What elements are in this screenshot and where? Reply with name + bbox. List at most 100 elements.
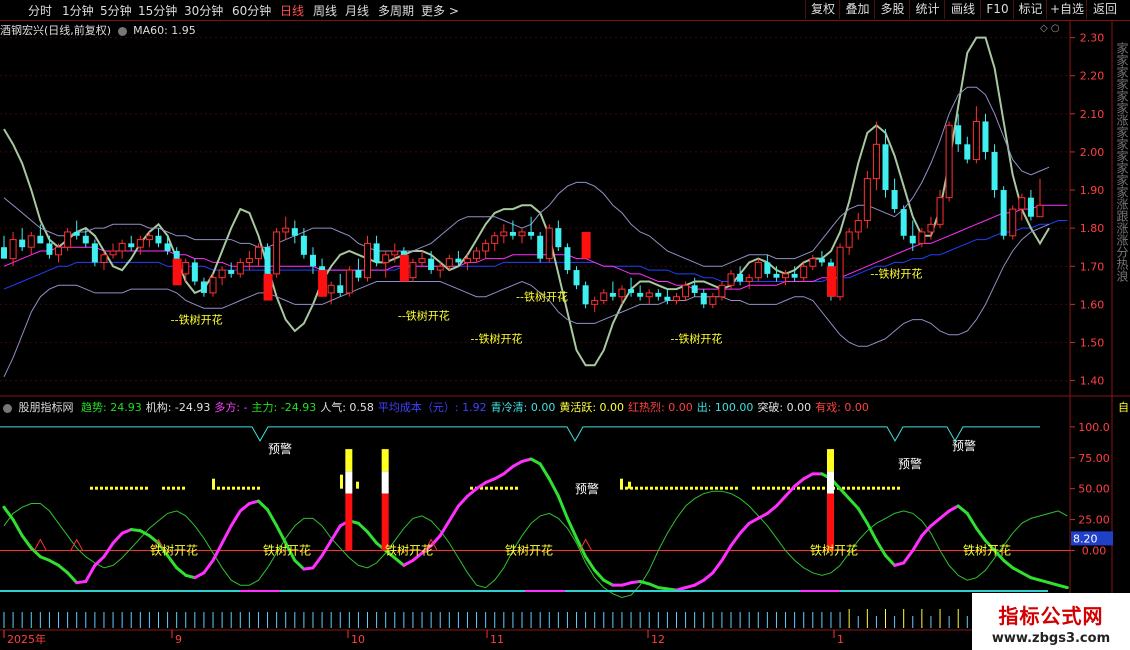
active-dot — [130, 486, 133, 490]
active-spike — [340, 474, 343, 489]
date-label-5: 1 — [837, 633, 844, 646]
trend-segment — [856, 506, 869, 525]
active-dot — [145, 486, 148, 490]
candle-body — [82, 235, 89, 244]
signal-bar-mid — [381, 471, 389, 494]
active-spike — [212, 478, 215, 489]
trend-segment — [102, 541, 115, 559]
trend-segment — [29, 546, 42, 559]
active-spike — [356, 481, 359, 489]
trend-segment — [511, 459, 524, 468]
active-dot — [470, 486, 473, 490]
candle-body — [709, 296, 717, 305]
trend-segment — [902, 549, 915, 565]
candle-body — [591, 300, 599, 305]
candle-body — [145, 235, 153, 241]
trend-segment — [965, 511, 978, 530]
active-dot — [857, 486, 860, 490]
active-dot — [797, 486, 800, 490]
candle-body — [364, 242, 372, 279]
price-tick-label-2: 2.10 — [1080, 108, 1105, 121]
candle-body — [345, 269, 353, 294]
active-dot — [767, 486, 770, 490]
trend-segment — [847, 497, 860, 510]
candle-body — [337, 285, 344, 293]
trend-segment — [220, 524, 233, 545]
side-value: 8.20 — [1073, 532, 1098, 545]
candle-body — [664, 296, 671, 301]
candle-body — [200, 281, 207, 293]
candle-body — [518, 231, 526, 237]
active-dot — [227, 486, 230, 490]
trend-segment — [584, 555, 597, 572]
candle-body — [218, 269, 226, 279]
trend-segment — [2, 505, 15, 522]
candle-body — [118, 242, 126, 252]
active-dot — [252, 486, 255, 490]
warning-label: 预警 — [268, 441, 292, 456]
candle-body — [282, 227, 290, 233]
candle-body — [73, 231, 80, 236]
active-dot — [485, 486, 488, 490]
indicator-label: 铁树开花 — [963, 543, 1011, 558]
candle-body — [1009, 208, 1017, 237]
active-dot — [735, 486, 738, 490]
active-dot — [172, 486, 175, 490]
candle-body — [836, 246, 844, 298]
active-dot — [257, 486, 260, 490]
active-dot — [715, 486, 718, 490]
right-mark: 自 — [1118, 401, 1129, 414]
candle-body — [19, 239, 26, 248]
trend-segment — [266, 508, 279, 528]
date-label-2: 10 — [351, 633, 365, 646]
trend-segment — [193, 571, 206, 580]
signal-bar-base — [381, 493, 389, 551]
candle-body — [64, 231, 72, 248]
annotation-label: --铁树开花 — [171, 312, 223, 326]
trend-segment — [202, 558, 215, 575]
active-dot — [490, 486, 493, 490]
trend-segment — [929, 516, 942, 528]
trend-segment — [329, 524, 342, 543]
kline-chart[interactable]: 2.30 2.20 2.10 2.00 1.90 1.80 1.70 1.60 1.50 1.40… — [0, 0, 1130, 650]
candle-body — [927, 223, 935, 233]
active-dot — [650, 486, 653, 490]
candle-body — [945, 124, 953, 199]
indicator-label: 铁树开花 — [385, 543, 433, 558]
candle-body — [136, 239, 144, 248]
candle-body — [27, 235, 35, 248]
trend-segment — [1011, 566, 1024, 575]
candle-body — [55, 246, 63, 256]
trend-segment — [402, 558, 415, 567]
candle-body — [936, 197, 944, 225]
candle-body — [964, 144, 971, 160]
candle-body — [773, 273, 780, 278]
candle-body — [254, 246, 262, 260]
candle-body — [1018, 197, 1026, 210]
candle-body — [500, 231, 508, 237]
active-dot — [710, 486, 713, 490]
trend-segment — [756, 511, 769, 520]
candle-body — [700, 292, 707, 305]
trend-segment — [784, 484, 797, 498]
candle-body — [528, 231, 535, 236]
active-dot — [660, 486, 663, 490]
active-dot — [515, 486, 518, 490]
ind-tick-label-3: 25.00 — [1078, 514, 1110, 527]
candle-body — [818, 258, 825, 263]
active-dot — [115, 486, 118, 490]
signal-bar-base — [826, 493, 834, 551]
candle-body — [573, 270, 580, 286]
candle-body — [754, 261, 762, 279]
price-tick-label-5: 1.80 — [1080, 222, 1105, 235]
annotation-label: --铁树开花 — [398, 308, 450, 322]
active-dot — [752, 486, 755, 490]
trend-segment — [711, 558, 724, 575]
ind-tick-label-4: 0.00 — [1082, 545, 1107, 558]
active-dot — [802, 486, 805, 490]
candle-body — [672, 296, 680, 302]
candle-body — [618, 288, 626, 298]
candle-body — [545, 227, 553, 260]
candle-body — [1, 247, 7, 259]
active-dot — [242, 486, 245, 490]
